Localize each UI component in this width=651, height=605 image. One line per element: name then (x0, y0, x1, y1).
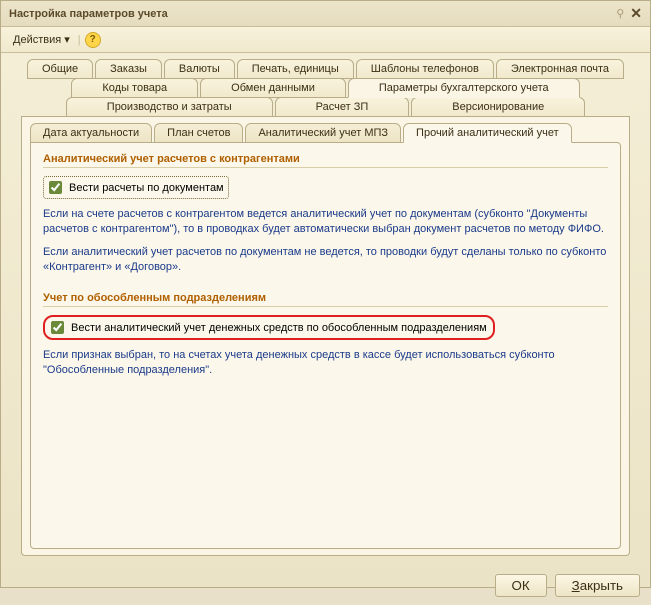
titlebar: Настройка параметров учета ⚲ ✕ (1, 1, 650, 27)
pin-icon[interactable]: ⚲ (616, 7, 624, 20)
inner-tab-mpz[interactable]: Аналитический учет МПЗ (245, 123, 401, 143)
section1-info2: Если аналитический учет расчетов по доку… (43, 245, 608, 275)
checkbox-separate-divisions-label: Вести аналитический учет денежных средст… (71, 322, 487, 334)
tab-print-units[interactable]: Печать, единицы (237, 59, 354, 79)
tab-currencies[interactable]: Валюты (164, 59, 235, 79)
toolbar: Действия ▾ | ? (1, 27, 650, 53)
tab-row-1: Общие Заказы Валюты Печать, единицы Шабл… (11, 59, 640, 79)
section2-title: Учет по обособленным подразделениям (43, 292, 608, 307)
help-icon[interactable]: ? (85, 32, 101, 48)
tab-versioning[interactable]: Версионирование (411, 97, 585, 117)
section2-info: Если признак выбран, то на счетах учета … (43, 348, 608, 378)
inner-tabs: Дата актуальности План счетов Аналитичес… (30, 123, 621, 143)
tab-email[interactable]: Электронная почта (496, 59, 624, 79)
window-controls: ⚲ ✕ (616, 5, 642, 22)
tab-accounting-params[interactable]: Параметры бухгалтерского учета (348, 78, 580, 98)
tab-data-exchange[interactable]: Обмен данными (200, 78, 346, 98)
tab-payroll[interactable]: Расчет ЗП (275, 97, 410, 117)
actions-menu-button[interactable]: Действия ▾ (9, 31, 74, 48)
inner-tab-other-analytics[interactable]: Прочий аналитический учет (403, 123, 572, 143)
checkbox-documents-settlement-label: Вести расчеты по документам (69, 182, 224, 194)
tab-production[interactable]: Производство и затраты (66, 97, 273, 117)
close-button-hotkey: З (572, 578, 580, 593)
close-button[interactable]: Закрыть (555, 574, 640, 597)
section1-title: Аналитический учет расчетов с контрагент… (43, 153, 608, 168)
inner-content: Аналитический учет расчетов с контрагент… (30, 142, 621, 549)
tab-phone-templates[interactable]: Шаблоны телефонов (356, 59, 494, 79)
tab-orders[interactable]: Заказы (95, 59, 162, 79)
tab-content: Дата актуальности План счетов Аналитичес… (21, 116, 630, 556)
ok-button[interactable]: ОК (495, 574, 547, 597)
outer-tabs: Общие Заказы Валюты Печать, единицы Шабл… (1, 53, 650, 568)
ok-button-label: ОК (512, 578, 530, 593)
tab-row-2: Коды товара Обмен данными Параметры бухг… (11, 78, 640, 98)
tab-general[interactable]: Общие (27, 59, 93, 79)
tab-row-3: Производство и затраты Расчет ЗП Версион… (11, 97, 640, 117)
checkbox-separate-divisions[interactable]: Вести аналитический учет денежных средст… (43, 315, 495, 340)
checkbox-documents-settlement-input[interactable] (49, 181, 62, 194)
inner-tab-actuality[interactable]: Дата актуальности (30, 123, 152, 143)
window-title: Настройка параметров учета (9, 8, 168, 20)
section1-info1: Если на счете расчетов с контрагентом ве… (43, 207, 608, 237)
close-icon[interactable]: ✕ (630, 5, 642, 22)
footer: ОК Закрыть (1, 568, 650, 605)
inner-tab-accounts-plan[interactable]: План счетов (154, 123, 243, 143)
settings-window: Настройка параметров учета ⚲ ✕ Действия … (0, 0, 651, 588)
checkbox-separate-divisions-input[interactable] (51, 321, 64, 334)
close-button-rest: акрыть (580, 578, 623, 593)
tab-product-codes[interactable]: Коды товара (71, 78, 198, 98)
toolbar-separator: | (78, 34, 81, 46)
checkbox-documents-settlement[interactable]: Вести расчеты по документам (43, 176, 229, 199)
